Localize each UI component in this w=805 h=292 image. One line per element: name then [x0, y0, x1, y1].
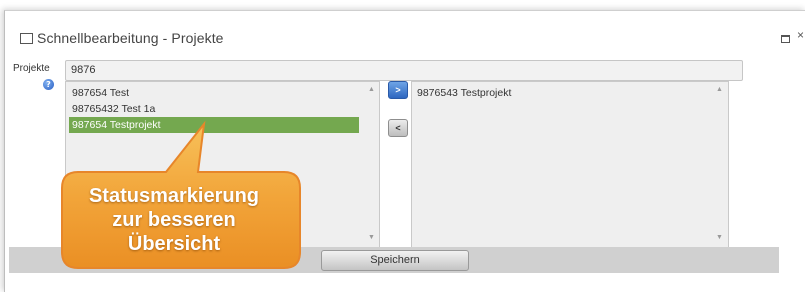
list-item-selected[interactable]: 987654 Testprojekt — [69, 117, 359, 133]
scroll-down-icon[interactable]: ▼ — [716, 234, 723, 241]
project-search-input[interactable] — [65, 60, 743, 81]
move-left-button[interactable]: < — [388, 119, 408, 137]
dialog-titlebar: Schnellbearbeitung - Projekte × — [5, 11, 805, 55]
list-item[interactable]: 987654 Test — [69, 85, 359, 101]
move-right-button[interactable]: > — [388, 81, 408, 99]
scroll-down-icon[interactable]: ▼ — [368, 234, 375, 241]
save-button[interactable]: Speichern — [321, 250, 469, 271]
available-projects-list[interactable]: 987654 Test 98765432 Test 1a 987654 Test… — [65, 81, 380, 249]
scroll-up-icon[interactable]: ▲ — [368, 86, 375, 93]
dialog-title: Schnellbearbeitung - Projekte — [37, 30, 224, 46]
list-item[interactable]: 9876543 Testprojekt — [414, 85, 728, 101]
window-icon — [20, 33, 33, 44]
close-icon[interactable]: × — [797, 28, 804, 42]
quick-edit-dialog: Schnellbearbeitung - Projekte × Projekte… — [4, 10, 805, 292]
projects-label: Projekte — [13, 63, 50, 74]
list-item[interactable]: 98765432 Test 1a — [69, 101, 359, 117]
question-icon[interactable]: ? — [43, 79, 54, 90]
scroll-up-icon[interactable]: ▲ — [716, 86, 723, 93]
restore-icon[interactable] — [781, 35, 790, 43]
assigned-projects-list[interactable]: 9876543 Testprojekt ▲ ▼ — [411, 81, 729, 249]
